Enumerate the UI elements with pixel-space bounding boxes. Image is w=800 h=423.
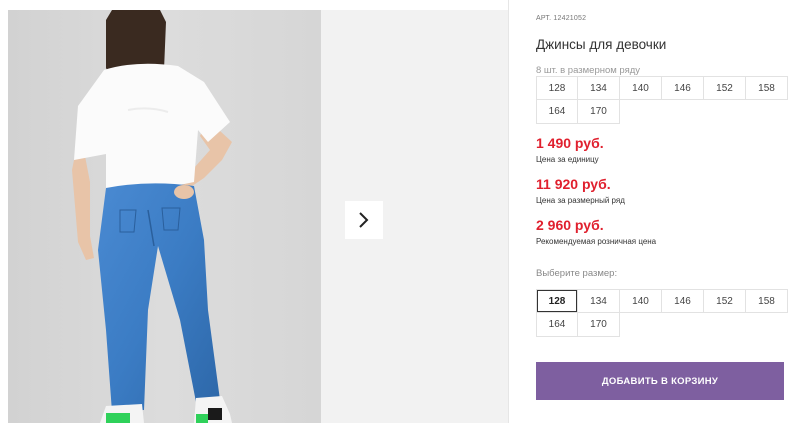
article-number: АРТ. 12421052 bbox=[536, 15, 587, 22]
size-range-grid: 128 134 140 146 152 158 164 170 bbox=[536, 76, 788, 124]
divider bbox=[508, 0, 509, 423]
unit-price-note: Цена за единицу bbox=[536, 155, 599, 164]
range-price-note: Цена за размерный ряд bbox=[536, 196, 625, 205]
range-price: 11 920 руб. bbox=[536, 176, 611, 192]
model-illustration bbox=[8, 10, 321, 423]
size-option[interactable]: 158 bbox=[746, 289, 788, 313]
chevron-right-icon bbox=[359, 212, 369, 228]
size-option[interactable]: 134 bbox=[578, 289, 620, 313]
range-size: 152 bbox=[704, 76, 746, 100]
size-range-note: 8 шт. в размерном ряду bbox=[536, 65, 641, 76]
retail-price: 2 960 руб. bbox=[536, 217, 604, 233]
add-to-cart-button[interactable]: ДОБАВИТЬ В КОРЗИНУ bbox=[536, 362, 784, 400]
product-title: Джинсы для девочки bbox=[536, 37, 667, 52]
range-size: 170 bbox=[578, 100, 620, 124]
next-image-button[interactable] bbox=[345, 201, 383, 239]
range-size: 146 bbox=[662, 76, 704, 100]
range-size: 140 bbox=[620, 76, 662, 100]
size-selector: 128 134 140 146 152 158 164 170 bbox=[536, 289, 788, 337]
size-option-selected[interactable]: 128 bbox=[536, 289, 578, 313]
range-size: 128 bbox=[536, 76, 578, 100]
product-photo[interactable] bbox=[8, 10, 321, 423]
size-option[interactable]: 164 bbox=[536, 313, 578, 337]
range-size: 134 bbox=[578, 76, 620, 100]
range-size: 164 bbox=[536, 100, 578, 124]
product-gallery bbox=[0, 0, 508, 423]
retail-price-note: Рекомендуемая розничная цена bbox=[536, 237, 657, 246]
unit-price: 1 490 руб. bbox=[536, 135, 604, 151]
choose-size-label: Выберите размер: bbox=[536, 268, 618, 279]
size-option[interactable]: 170 bbox=[578, 313, 620, 337]
range-size: 158 bbox=[746, 76, 788, 100]
size-option[interactable]: 140 bbox=[620, 289, 662, 313]
size-option[interactable]: 146 bbox=[662, 289, 704, 313]
size-option[interactable]: 152 bbox=[704, 289, 746, 313]
